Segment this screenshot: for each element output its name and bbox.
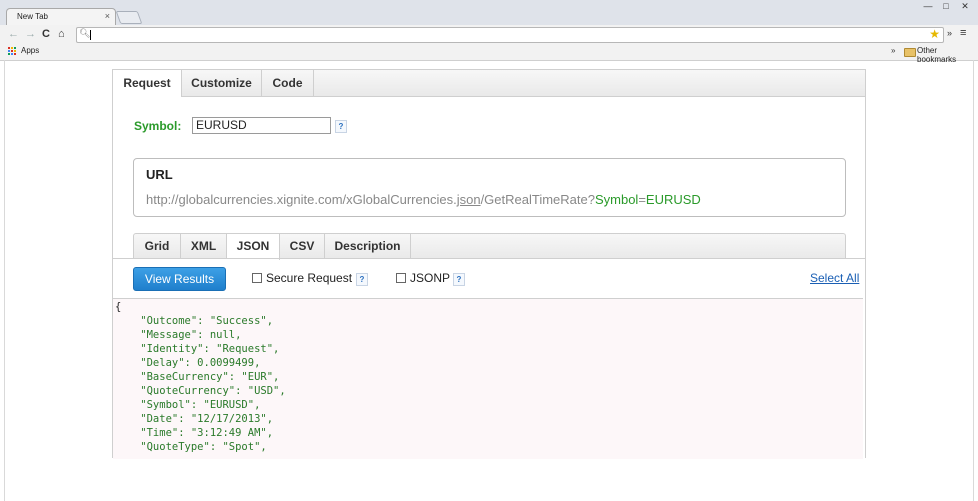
tab-request[interactable]: Request [113,70,182,97]
browser-tab[interactable]: New Tab × [6,8,116,26]
url-base: http://globalcurrencies.xignite.com/xGlo… [146,192,457,207]
folder-icon [904,48,916,57]
home-icon[interactable]: ⌂ [58,28,65,40]
apps-link[interactable]: Apps [21,46,39,55]
url-path: /GetRealTimeRate? [480,192,595,207]
code-line: "Identity": "Request", [115,343,280,355]
symbol-label: Symbol: [134,119,182,133]
code-line: "QuoteCurrency": "USD", [115,385,286,397]
api-widget: Request Customize Code Symbol: EURUSD ? … [112,69,866,459]
apps-icon[interactable] [8,47,17,56]
url-param-eq: = [638,192,646,207]
tab-close-icon[interactable]: × [105,11,110,21]
extensions-more-icon[interactable]: » [947,28,952,38]
top-tab-bar: Request Customize Code [113,70,865,97]
code-line: "Outcome": "Success", [115,315,274,327]
tab-json[interactable]: JSON [227,234,280,260]
url-param-value: EURUSD [645,192,701,207]
other-bookmarks-link[interactable]: Other bookmarks [917,46,978,64]
url-panel: URL http://globalcurrencies.xignite.com/… [133,158,846,217]
code-line: "Message": null, [115,329,242,341]
code-line: "BaseCurrency": "EUR", [115,371,280,383]
browser-toolbar: ← → C ⌂ 🔍︎ ★ » ≡ [0,25,978,45]
menu-icon[interactable]: ≡ [960,27,966,39]
bookmarks-more-icon[interactable]: » [891,46,895,55]
tab-description[interactable]: Description [325,234,411,259]
jsonp-label: JSONP [410,271,451,285]
symbol-help-icon[interactable]: ? [335,120,347,133]
secure-request-checkbox[interactable] [252,273,262,283]
code-line: { [115,301,122,313]
request-url: http://globalcurrencies.xignite.com/xGlo… [146,192,701,207]
minimize-button[interactable]: — [920,0,936,12]
page-border-left [4,60,5,501]
json-response[interactable]: { "Outcome": "Success", "Message": null,… [113,298,863,459]
select-all-link[interactable]: Select All [810,271,859,285]
code-line: "Symbol": "EURUSD", [115,399,261,411]
code-line: "QuoteType": "Spot", [115,441,267,453]
page-border-right [973,60,974,501]
jsonp-checkbox[interactable] [396,273,406,283]
view-results-button[interactable]: View Results [133,267,226,291]
back-icon[interactable]: ← [8,28,19,40]
search-icon: 🔍︎ [79,28,91,38]
secure-request-label: Secure Request [266,271,353,285]
bookmark-star-icon[interactable]: ★ [929,27,940,41]
tab-grid[interactable]: Grid [134,234,181,259]
url-title: URL [146,167,173,182]
jsonp-help-icon[interactable]: ? [453,273,465,286]
tab-code[interactable]: Code [262,70,314,96]
window-controls: — □ ✕ [918,0,974,14]
tab-xml[interactable]: XML [181,234,227,259]
reload-icon[interactable]: C [42,28,50,40]
tab-customize[interactable]: Customize [182,70,262,96]
code-line: "Delay": 0.0099499, [115,357,261,369]
code-line: "Date": "12/17/2013", [115,413,274,425]
format-tab-bar: Grid XML JSON CSV Description [133,233,846,260]
url-format: json [456,192,481,207]
maximize-button[interactable]: □ [938,0,954,12]
new-tab-button[interactable] [115,11,143,24]
close-window-button[interactable]: ✕ [956,0,974,12]
address-bar[interactable]: 🔍︎ ★ [76,27,944,43]
browser-chrome: New Tab × — □ ✕ ← → C ⌂ 🔍︎ ★ » ≡ Apps » [0,0,978,64]
divider [113,258,865,259]
secure-request-help-icon[interactable]: ? [356,273,368,286]
text-caret [90,30,91,40]
url-param-key: Symbol [594,192,639,207]
tab-strip: New Tab × — □ ✕ [0,0,978,26]
forward-icon[interactable]: → [25,28,36,40]
symbol-input[interactable]: EURUSD [192,117,331,134]
tab-title: New Tab [17,12,48,21]
code-line: "Time": "3:12:49 AM", [115,427,274,439]
bookmarks-bar: Apps » Other bookmarks [0,45,978,64]
tab-csv[interactable]: CSV [280,234,325,259]
